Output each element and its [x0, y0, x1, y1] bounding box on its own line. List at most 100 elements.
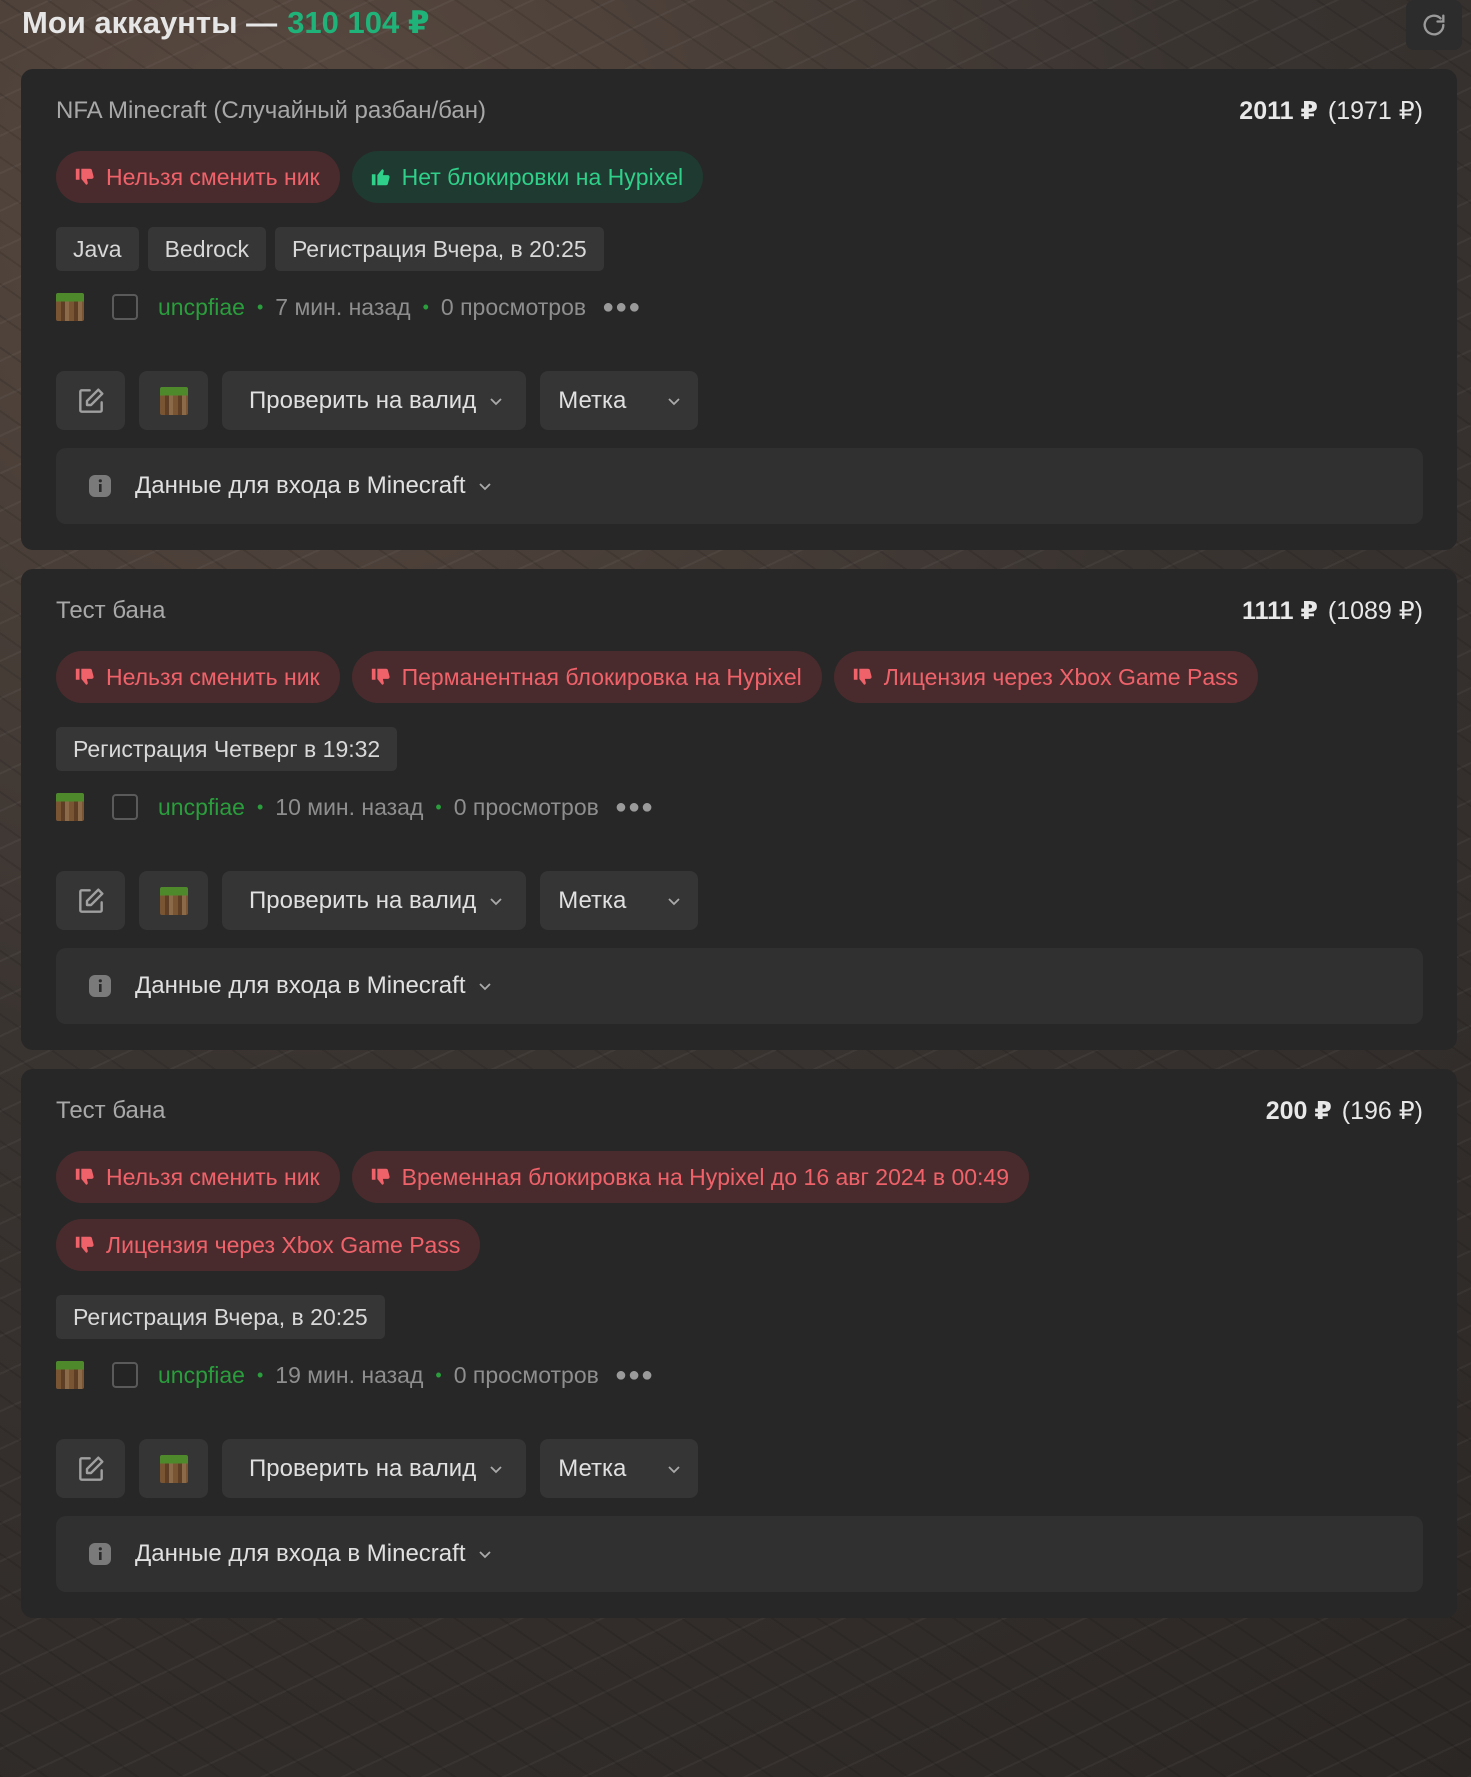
- seller-username[interactable]: uncpfiae: [158, 294, 245, 321]
- badge-text: Нельзя сменить ник: [106, 663, 320, 690]
- account-title[interactable]: Тест бана: [56, 1097, 165, 1125]
- select-checkbox[interactable]: [112, 794, 138, 820]
- badges: Нельзя сменить ник Временная блокировка н…: [56, 1151, 1423, 1271]
- badge-text: Временная блокировка на Hypixel до 16 ав…: [401, 1163, 1010, 1190]
- refresh-button[interactable]: [1406, 0, 1462, 50]
- seller-username[interactable]: uncpfiae: [158, 1362, 245, 1389]
- mark-dropdown[interactable]: Метка: [540, 371, 699, 430]
- account-price: 2011 ₽ (1971 ₽): [1239, 97, 1423, 125]
- info-icon: [89, 475, 111, 497]
- minecraft-grass-icon: [56, 293, 84, 321]
- separator-dot: •: [422, 296, 429, 317]
- account-title[interactable]: Тест бана: [56, 597, 165, 625]
- info-tag: Регистрация Вчера, в 20:25: [274, 227, 604, 271]
- refresh-icon: [1423, 14, 1445, 36]
- minecraft-grass-icon: [159, 1454, 188, 1483]
- badges: Нельзя сменить ник Нет блокировки на Hypi…: [56, 151, 1423, 203]
- login-data-label: Данные для входа в Minecraft: [135, 472, 466, 499]
- badge-text: Нельзя сменить ник: [106, 1163, 320, 1190]
- account-actions: Проверить на валид Метка: [56, 1439, 1423, 1498]
- more-options-icon[interactable]: ●●●: [615, 1364, 654, 1387]
- thumbs-down-icon: [75, 1236, 94, 1253]
- account-price-original: (1089 ₽): [1327, 597, 1423, 625]
- minecraft-grass-icon: [56, 1361, 84, 1389]
- info-tag: Регистрация Четверг в 19:32: [56, 727, 398, 771]
- thumbs-down-icon: [371, 668, 390, 685]
- status-badge-bad: Лицензия через Xbox Game Pass: [56, 1219, 481, 1271]
- badge-text: Лицензия через Xbox Game Pass: [883, 663, 1239, 690]
- views-count: 0 просмотров: [453, 1361, 599, 1388]
- select-checkbox[interactable]: [112, 1362, 138, 1388]
- published-time: 10 мин. назад: [275, 793, 424, 820]
- status-badge-bad: Нельзя сменить ник: [56, 151, 340, 203]
- status-badge-bad: Лицензия через Xbox Game Pass: [833, 651, 1259, 703]
- check-valid-button[interactable]: Проверить на валид: [222, 1439, 527, 1498]
- chevron-down-icon: [479, 483, 492, 491]
- page-title: Мои аккаунты —: [22, 5, 278, 40]
- account-price-original: (1971 ₽): [1327, 97, 1423, 125]
- thumbs-down-icon: [853, 668, 872, 685]
- chevron-down-icon: [668, 897, 680, 905]
- mark-dropdown[interactable]: Метка: [540, 1439, 699, 1498]
- check-valid-button[interactable]: Проверить на валид: [222, 371, 527, 430]
- separator-dot: •: [256, 796, 264, 817]
- login-data-toggle[interactable]: Данные для входа в Minecraft: [56, 948, 1423, 1024]
- account-card: Тест бана 1111 ₽ (1089 ₽) Нельзя сменить …: [21, 569, 1457, 1050]
- page-header: Мои аккаунты — 310 104 ₽: [22, 0, 1462, 50]
- tags: Java Bedrock Регистрация Вчера, в 20:25: [56, 227, 1423, 271]
- mark-dropdown[interactable]: Метка: [540, 871, 699, 930]
- chevron-down-icon: [668, 1465, 680, 1473]
- badge-text: Нельзя сменить ник: [106, 163, 320, 190]
- status-badge-bad: Временная блокировка на Hypixel до 16 ав…: [351, 1151, 1030, 1203]
- account-meta: uncpfiae • 7 мин. назад • 0 просмотров ●…: [56, 291, 1423, 323]
- account-card: NFA Minecraft (Случайный разбан/бан) 201…: [21, 69, 1457, 550]
- badge-text: Лицензия через Xbox Game Pass: [106, 1231, 461, 1258]
- tags: Регистрация Четверг в 19:32: [56, 727, 1423, 771]
- separator-dot: •: [256, 1364, 264, 1385]
- info-tag: Java: [56, 227, 139, 271]
- published-time: 19 мин. назад: [275, 1361, 424, 1388]
- chevron-down-icon: [490, 1465, 502, 1473]
- login-data-label: Данные для входа в Minecraft: [135, 1540, 466, 1567]
- views-count: 0 просмотров: [440, 293, 587, 320]
- thumbs-down-icon: [371, 1168, 390, 1185]
- chevron-down-icon: [479, 1551, 492, 1559]
- info-tag: Регистрация Вчера, в 20:25: [56, 1295, 385, 1339]
- edit-icon: [78, 1455, 104, 1481]
- minecraft-button[interactable]: [139, 871, 208, 930]
- accounts-list: NFA Minecraft (Случайный разбан/бан) 201…: [21, 69, 1457, 1637]
- account-actions: Проверить на валид Метка: [56, 371, 1423, 430]
- thumbs-down-icon: [75, 168, 94, 185]
- minecraft-button[interactable]: [139, 1439, 208, 1498]
- chevron-down-icon: [490, 897, 502, 905]
- badge-text: Перманентная блокировка на Hypixel: [401, 663, 802, 690]
- edit-button[interactable]: [56, 871, 125, 930]
- chevron-down-icon: [668, 397, 680, 405]
- status-badge-bad: Перманентная блокировка на Hypixel: [351, 651, 822, 703]
- minecraft-grass-icon: [56, 793, 84, 821]
- edit-button[interactable]: [56, 371, 125, 430]
- login-data-toggle[interactable]: Данные для входа в Minecraft: [56, 448, 1423, 524]
- more-options-icon[interactable]: ●●●: [615, 796, 654, 819]
- thumbs-down-icon: [75, 1168, 94, 1185]
- status-badge-good: Нет блокировки на Hypixel: [351, 151, 704, 203]
- seller-username[interactable]: uncpfiae: [158, 794, 245, 821]
- separator-dot: •: [435, 1364, 442, 1385]
- views-count: 0 просмотров: [453, 793, 599, 820]
- minecraft-button[interactable]: [139, 371, 208, 430]
- edit-icon: [78, 387, 104, 413]
- check-valid-button[interactable]: Проверить на валид: [222, 871, 527, 930]
- login-data-toggle[interactable]: Данные для входа в Minecraft: [56, 1516, 1423, 1592]
- badge-text: Нет блокировки на Hypixel: [401, 163, 684, 190]
- accounts-total: 310 104 ₽: [287, 5, 430, 40]
- separator-dot: •: [435, 796, 442, 817]
- chevron-down-icon: [490, 397, 502, 405]
- account-meta: uncpfiae • 19 мин. назад • 0 просмотров …: [56, 1359, 1423, 1391]
- published-time: 7 мин. назад: [275, 293, 411, 320]
- edit-button[interactable]: [56, 1439, 125, 1498]
- status-badge-bad: Нельзя сменить ник: [56, 651, 340, 703]
- select-checkbox[interactable]: [112, 294, 138, 320]
- more-options-icon[interactable]: ●●●: [602, 296, 641, 319]
- status-badge-bad: Нельзя сменить ник: [56, 1151, 340, 1203]
- account-title[interactable]: NFA Minecraft (Случайный разбан/бан): [56, 97, 486, 125]
